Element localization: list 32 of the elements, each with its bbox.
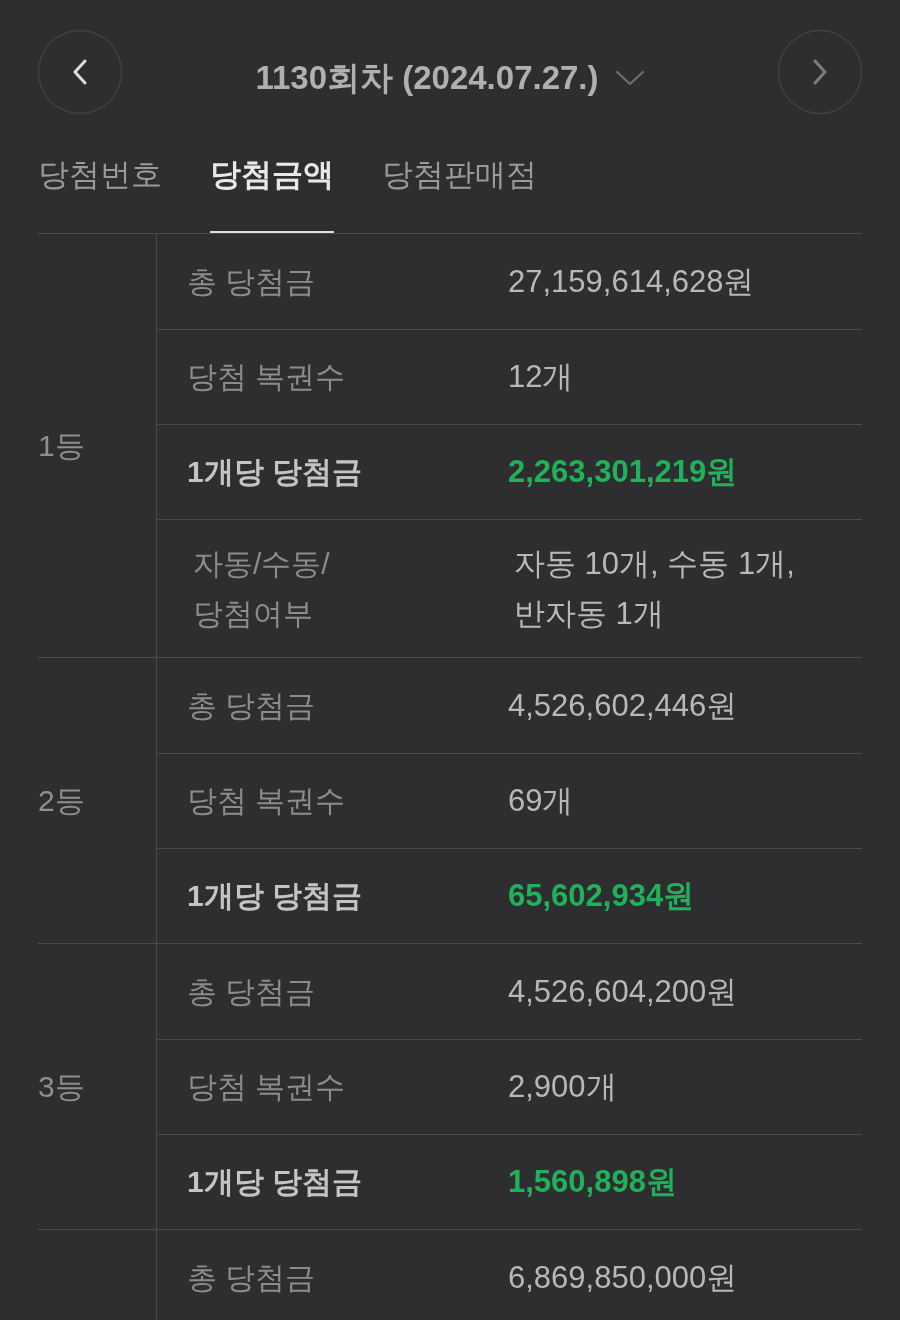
row-value: 12개 [508, 359, 574, 395]
row-label: 총 당첨금 [187, 1260, 316, 1294]
row-value: 27,159,614,628원 [508, 263, 755, 299]
row-label: 1개당 당첨금 [187, 879, 363, 912]
row-label: 자동/수동/ 당첨여부 [193, 546, 330, 630]
row-label: 총 당첨금 [187, 974, 316, 1008]
row-label: 당첨 복권수 [187, 360, 346, 393]
chevron-down-icon [614, 70, 645, 86]
row-value: 69개 [508, 783, 574, 819]
tab[interactable]: 당첨금액 [210, 140, 334, 233]
row-label: 1개당 당첨금 [187, 455, 363, 488]
row-label: 총 당첨금 [187, 688, 316, 722]
row-label: 당첨 복권수 [187, 1070, 346, 1103]
chevron-right-icon [813, 59, 827, 85]
row-value: 자동 10개, 수동 1개, 반자동 1개 [514, 545, 795, 631]
row-label: 당첨 복권수 [187, 784, 346, 817]
tab[interactable]: 당첨판매점 [382, 140, 537, 233]
row-value: 4,526,602,446원 [508, 687, 738, 723]
prize-amount: 2,263,301,219원 [508, 454, 738, 490]
chevron-left-icon [73, 59, 87, 85]
prize-amount: 1,560,898원 [508, 1164, 677, 1200]
rank-label: 3등 [38, 1068, 85, 1105]
round-select-dropdown[interactable]: 1130회차 (2024.07.27.) [255, 58, 645, 98]
row-value: 4,526,604,200원 [508, 973, 738, 1009]
tab[interactable]: 당첨번호 [38, 140, 162, 233]
row-label: 1개당 당첨금 [187, 1165, 363, 1198]
rank-label: 1등 [38, 427, 85, 464]
prize-amount: 65,602,934원 [508, 878, 695, 914]
row-value: 6,869,850,000원 [508, 1259, 738, 1295]
row-value: 2,900개 [508, 1069, 617, 1105]
row-label: 총 당첨금 [187, 264, 316, 298]
rank-label: 2등 [38, 782, 85, 819]
